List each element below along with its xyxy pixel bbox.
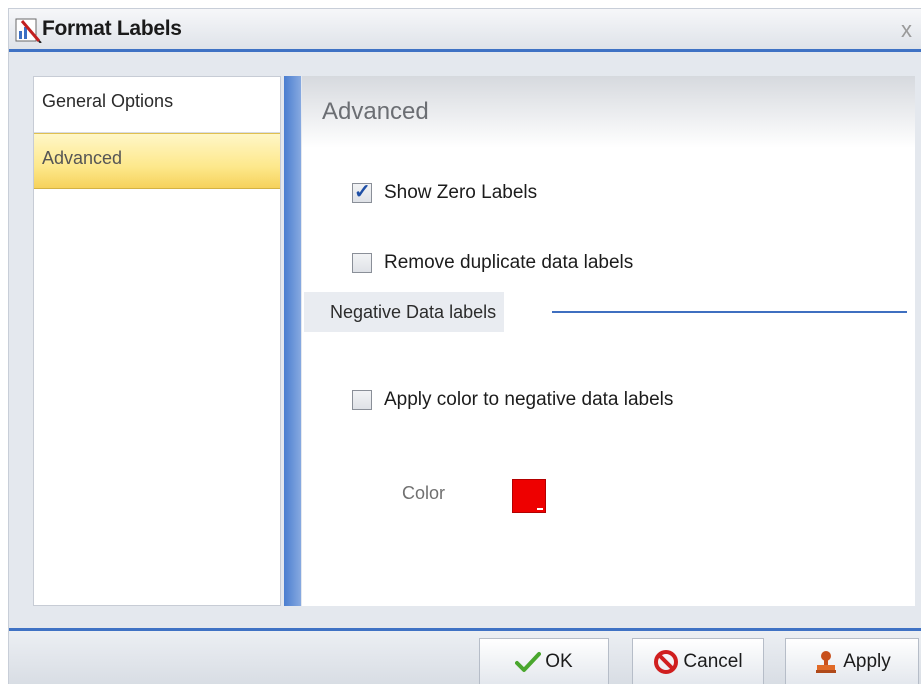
negative-data-labels-heading: Negative Data labels xyxy=(304,292,505,332)
panel-header: Advanced xyxy=(302,76,915,148)
dialog-body: General Options Advanced Advanced ✓ Show… xyxy=(9,52,921,628)
ok-button[interactable]: OK xyxy=(479,638,609,684)
apply-button[interactable]: Apply xyxy=(785,638,919,684)
close-button[interactable]: x xyxy=(901,19,912,41)
nav-item-general-options[interactable]: General Options xyxy=(34,77,280,133)
show-zero-labels-option[interactable]: ✓ Show Zero Labels xyxy=(352,181,538,204)
show-zero-labels-checkbox[interactable]: ✓ xyxy=(352,181,372,203)
title-bar[interactable]: Format Labels x xyxy=(9,9,921,49)
nav-item-label: Advanced xyxy=(42,148,123,168)
apply-stamp-icon xyxy=(816,651,837,673)
remove-duplicate-option[interactable]: Remove duplicate data labels xyxy=(352,252,633,274)
check-icon xyxy=(515,652,542,672)
nav-item-advanced[interactable]: Advanced xyxy=(34,133,280,189)
checkmark-icon: ✓ xyxy=(354,181,371,203)
format-labels-icon xyxy=(14,17,42,44)
show-zero-labels-label: Show Zero Labels xyxy=(384,182,538,203)
cancel-label: Cancel xyxy=(683,651,743,672)
cancel-button[interactable]: Cancel xyxy=(632,638,764,684)
remove-duplicate-checkbox[interactable] xyxy=(352,253,372,273)
nav-item-label: General Options xyxy=(42,91,174,111)
color-label: Color xyxy=(402,483,446,503)
apply-color-option[interactable]: Apply color to negative data labels xyxy=(352,389,673,411)
format-labels-dialog: Format Labels x General Options Advanced… xyxy=(8,8,921,684)
cancel-icon xyxy=(654,650,679,674)
footer-divider xyxy=(9,628,921,631)
apply-color-label: Apply color to negative data labels xyxy=(384,389,674,410)
remove-duplicate-label: Remove duplicate data labels xyxy=(384,252,634,273)
negative-data-labels-group: Negative Data labels xyxy=(302,292,915,332)
advanced-panel: Advanced ✓ Show Zero Labels Remove dupli… xyxy=(302,76,915,606)
panel-splitter xyxy=(284,76,301,606)
dropdown-indicator-icon xyxy=(537,508,543,510)
dialog-title: Format Labels xyxy=(42,17,182,40)
apply-label: Apply xyxy=(843,651,891,672)
dialog-footer: OK Cancel Apply xyxy=(9,628,921,684)
panel-title: Advanced xyxy=(322,98,429,125)
group-divider xyxy=(552,311,907,313)
color-picker-swatch[interactable] xyxy=(512,479,546,513)
ok-label: OK xyxy=(545,651,573,672)
options-nav: General Options Advanced xyxy=(33,76,281,606)
apply-color-checkbox[interactable] xyxy=(352,390,372,410)
